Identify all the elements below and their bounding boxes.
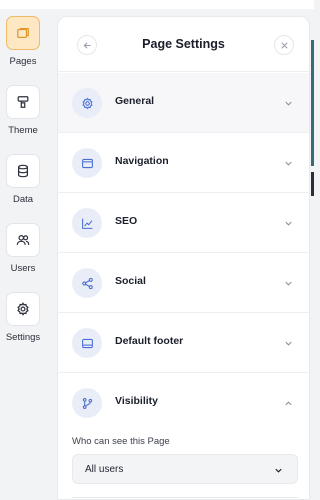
rail-item-pages[interactable]: Pages — [0, 16, 46, 67]
users-button[interactable] — [6, 223, 40, 257]
background-edge-mark — [311, 172, 314, 196]
visibility-field-label: Who can see this Page — [72, 436, 170, 447]
page-settings-panel: Page Settings General Navigation SEO Soc… — [57, 16, 310, 500]
chevron-down-icon — [285, 221, 292, 226]
chevron-down-icon — [285, 161, 292, 166]
visibility-select-value: All users — [85, 464, 124, 475]
navigation-icon — [81, 158, 93, 168]
general-icon — [81, 97, 93, 109]
divider — [72, 497, 298, 498]
footer-icon — [81, 338, 93, 348]
paint-roller-icon — [17, 96, 29, 108]
section-label-general: General — [115, 95, 155, 107]
visibility-select[interactable]: All users — [72, 454, 298, 484]
theme-button[interactable] — [6, 85, 40, 119]
section-label-visibility: Visibility — [115, 395, 158, 407]
top-band — [0, 0, 314, 9]
chevron-up-icon — [285, 401, 292, 406]
panel-title: Page Settings — [142, 37, 225, 51]
rail-item-theme[interactable]: Theme — [0, 85, 46, 136]
left-rail: Pages Theme Data Users Settings — [0, 9, 56, 500]
section-visibility[interactable]: Visibility — [58, 373, 309, 433]
section-label-default-footer: Default footer — [115, 335, 184, 347]
rail-label-users: Users — [10, 263, 36, 274]
pages-button[interactable] — [6, 16, 40, 50]
database-icon — [18, 164, 28, 178]
general-icon-badge — [72, 88, 102, 118]
rail-item-users[interactable]: Users — [0, 223, 46, 274]
rail-label-theme: Theme — [8, 125, 38, 136]
rail-label-pages: Pages — [9, 56, 37, 67]
users-icon — [16, 235, 30, 245]
section-label-seo: SEO — [115, 215, 138, 227]
settings-icon — [17, 302, 29, 316]
close-button[interactable] — [274, 35, 294, 55]
section-label-navigation: Navigation — [115, 155, 169, 167]
chevron-down-icon — [285, 341, 292, 346]
branch-icon — [82, 397, 92, 409]
branch-icon-badge — [72, 388, 102, 418]
rail-item-settings[interactable]: Settings — [0, 292, 46, 343]
section-general[interactable]: General — [58, 73, 309, 133]
section-social[interactable]: Social — [58, 253, 309, 313]
section-label-social: Social — [115, 275, 146, 287]
pages-icon — [17, 28, 29, 38]
settings-button[interactable] — [6, 292, 40, 326]
seo-icon — [81, 218, 92, 229]
section-seo[interactable]: SEO — [58, 193, 309, 253]
section-default-footer[interactable]: Default footer — [58, 313, 309, 373]
app-root: Pages Theme Data Users Settings Page Set… — [0, 0, 314, 500]
chevron-down-icon — [285, 281, 292, 286]
close-icon — [280, 41, 288, 49]
chevron-down-icon — [275, 468, 282, 473]
seo-icon-badge — [72, 208, 102, 238]
rail-label-settings: Settings — [5, 332, 41, 343]
chevron-down-icon — [285, 101, 292, 106]
share-icon-badge — [72, 268, 102, 298]
navigation-icon-badge — [72, 148, 102, 178]
share-icon — [81, 277, 93, 289]
data-button[interactable] — [6, 154, 40, 188]
footer-icon-badge — [72, 328, 102, 358]
section-navigation[interactable]: Navigation — [58, 133, 309, 193]
panel-header: Page Settings — [58, 17, 309, 72]
rail-label-data: Data — [12, 194, 34, 205]
background-edge — [311, 40, 314, 166]
rail-item-data[interactable]: Data — [0, 154, 46, 205]
